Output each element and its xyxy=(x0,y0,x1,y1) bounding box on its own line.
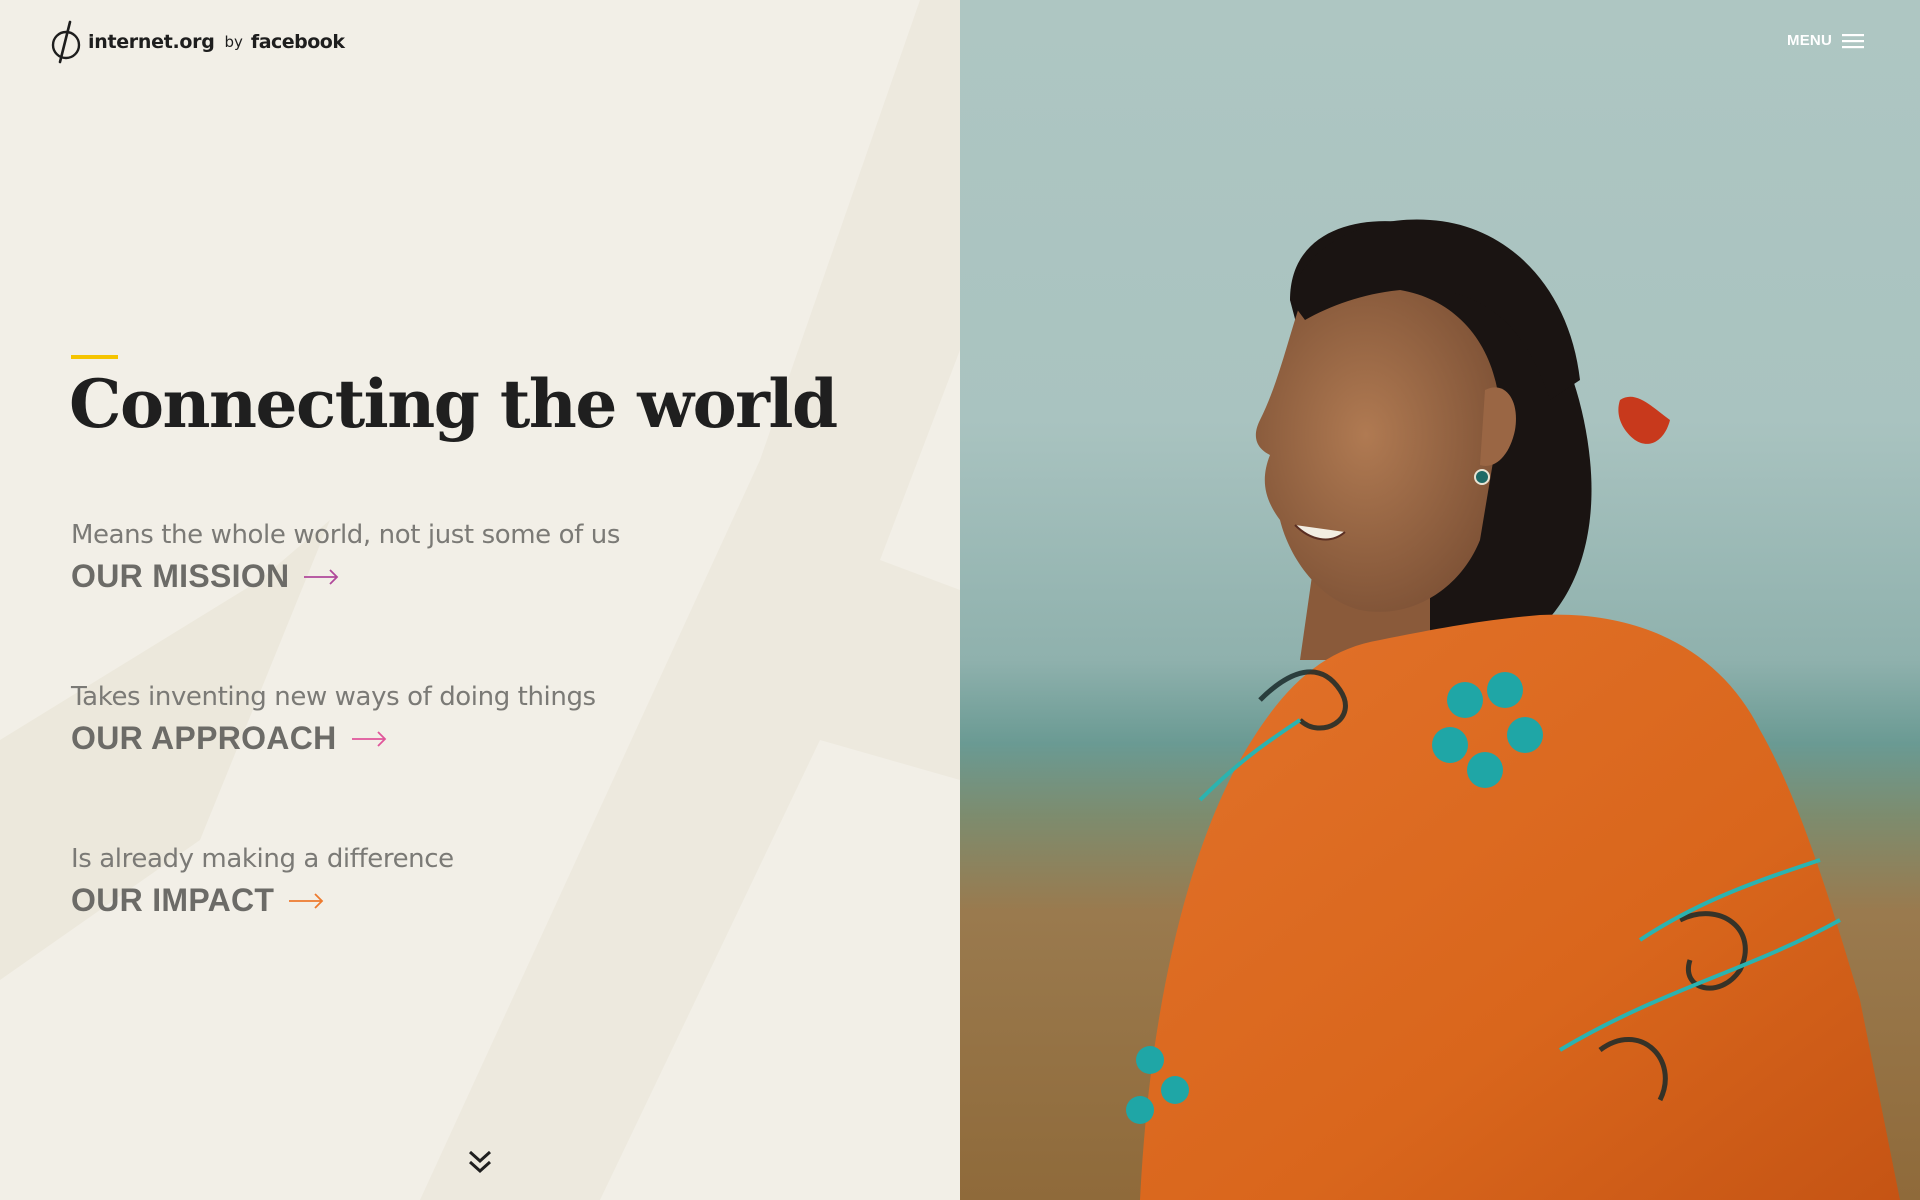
hamburger-icon xyxy=(1842,33,1864,48)
double-chevron-down-icon[interactable] xyxy=(465,1148,495,1176)
approach-subtitle: Takes inventing new ways of doing things xyxy=(71,682,596,712)
page-title: Connecting the world xyxy=(69,365,838,443)
our-impact-label: OUR IMPACT xyxy=(71,882,275,918)
background-logo-watermark xyxy=(0,0,960,1200)
mission-section: Means the whole world, not just some of … xyxy=(71,520,620,595)
hero-image-panel: MENU xyxy=(960,0,1920,1200)
arrow-right-icon xyxy=(351,730,386,747)
our-approach-label: OUR APPROACH xyxy=(71,720,337,756)
approach-section: Takes inventing new ways of doing things… xyxy=(71,682,596,757)
menu-button[interactable]: MENU xyxy=(1787,32,1864,49)
hero-photo xyxy=(1126,219,1900,1200)
mission-subtitle: Means the whole world, not just some of … xyxy=(71,520,620,550)
site-logo[interactable]: internet.org by facebook xyxy=(48,20,345,64)
left-panel: internet.org by facebook Connecting the … xyxy=(0,0,960,1200)
our-approach-link[interactable]: OUR APPROACH xyxy=(71,720,596,757)
logo-brand: facebook xyxy=(250,31,345,53)
internet-org-logo-icon xyxy=(51,20,81,64)
arrow-right-icon xyxy=(304,568,339,585)
impact-subtitle: Is already making a difference xyxy=(71,844,454,874)
our-impact-link[interactable]: OUR IMPACT xyxy=(71,882,454,919)
our-mission-link[interactable]: OUR MISSION xyxy=(71,558,620,595)
logo-by: by xyxy=(224,33,243,51)
arrow-right-icon xyxy=(289,892,324,909)
our-mission-label: OUR MISSION xyxy=(71,558,290,594)
headline-accent-bar xyxy=(71,355,118,359)
impact-section: Is already making a difference OUR IMPAC… xyxy=(71,844,454,919)
menu-label: MENU xyxy=(1787,32,1832,49)
logo-text: internet.org xyxy=(88,31,215,53)
